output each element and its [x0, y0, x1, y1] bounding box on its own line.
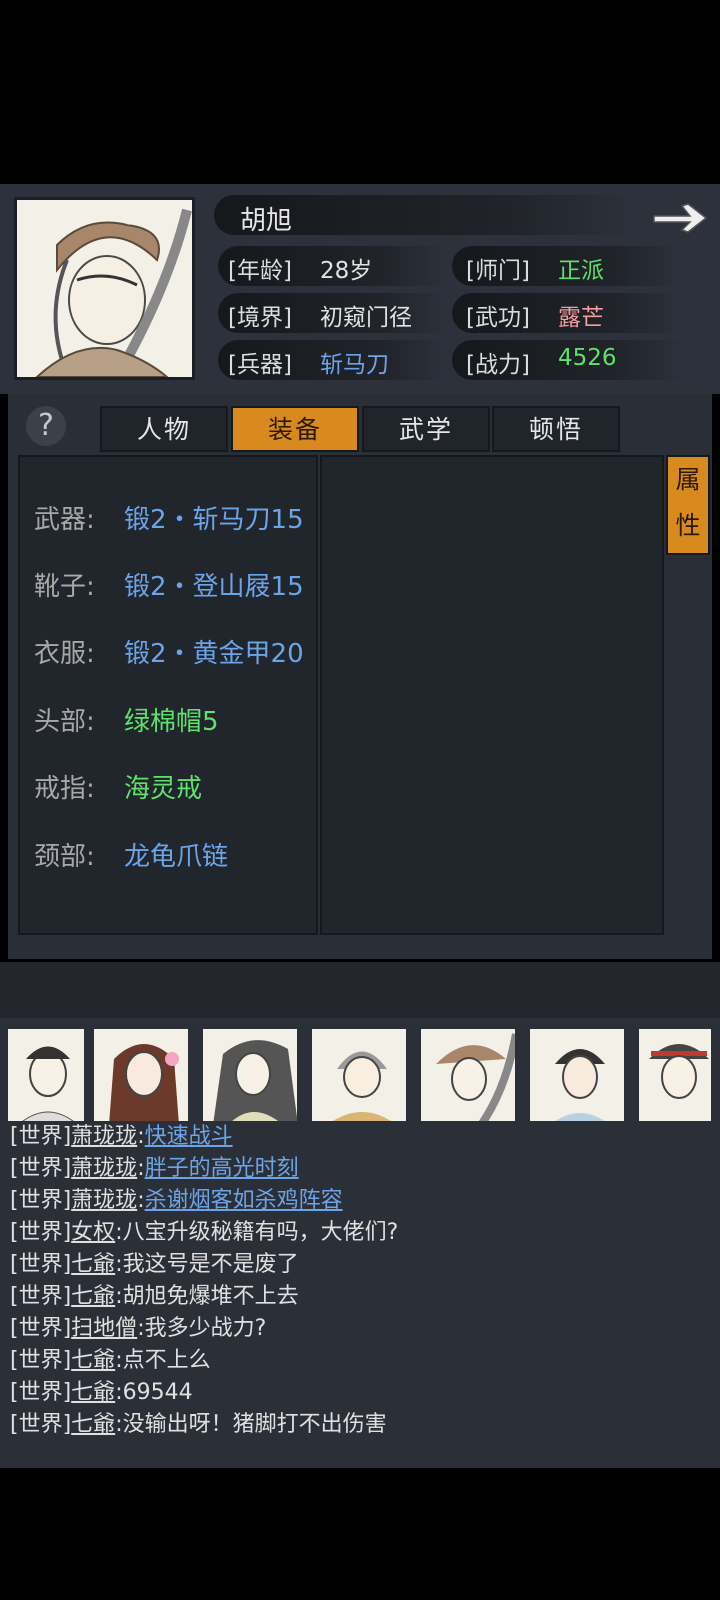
stat-value-power: 4526 — [558, 345, 617, 371]
chat-line: [世界]七爺:胡旭免爆堆不上去 — [10, 1284, 299, 1309]
attributes-button-char1: 属 — [675, 465, 701, 494]
chat-channel: [世界] — [10, 1188, 72, 1213]
tab-enlightenment[interactable]: 顿悟 — [492, 406, 620, 452]
chat-user[interactable]: 七爺 — [71, 1252, 115, 1277]
chat-user[interactable]: 七爺 — [71, 1380, 115, 1405]
slot-item-ring[interactable]: 海灵戒 — [124, 768, 202, 805]
chat-message: 点不上么 — [122, 1348, 211, 1373]
stat-value-sect: 正派 — [558, 258, 604, 284]
chat-link[interactable]: 快速战斗 — [145, 1124, 233, 1149]
chat-line: [世界]萧珑珑:胖子的高光时刻 — [10, 1156, 299, 1181]
stat-label-martial: [武功] — [466, 305, 530, 331]
hero-portrait-icon[interactable] — [14, 197, 195, 380]
slot-label-armor: 衣服: — [34, 639, 95, 669]
chat-channel: [世界] — [10, 1252, 72, 1277]
avatar-2[interactable] — [92, 1027, 190, 1123]
chat-message: 八宝升级秘籍有吗，大佬们? — [122, 1220, 399, 1245]
chat-message: 我这号是不是废了 — [122, 1252, 299, 1277]
avatar-7[interactable] — [637, 1027, 713, 1123]
chat-user[interactable]: 七爺 — [71, 1284, 115, 1309]
chat-channel: [世界] — [10, 1220, 72, 1245]
slot-item-boots[interactable]: 锻2・登山屐15 — [124, 566, 304, 603]
slot-label-neck: 颈部: — [34, 842, 95, 872]
chat-user[interactable]: 萧珑珑 — [71, 1188, 137, 1213]
tab-character[interactable]: 人物 — [100, 406, 228, 452]
help-icon[interactable]: ? — [26, 406, 66, 446]
chat-channel: [世界] — [10, 1156, 72, 1181]
character-name: 胡旭 — [240, 206, 293, 236]
stat-label-weapon: [兵器] — [228, 352, 292, 378]
chat-line: [世界]七爺:我这号是不是废了 — [10, 1252, 299, 1277]
slot-item-neck[interactable]: 龙龟爪链 — [124, 836, 228, 873]
chat-line: [世界]扫地僧:我多少战力? — [10, 1316, 267, 1341]
chat-channel: [世界] — [10, 1412, 72, 1437]
chat-line: [世界]萧珑珑:杀谢烟客如杀鸡阵容 — [10, 1188, 343, 1213]
equipment-detail — [320, 455, 664, 935]
stat-value-martial: 露芒 — [558, 305, 604, 331]
stat-value-realm: 初窥门径 — [320, 305, 412, 331]
chat-user[interactable]: 萧珑珑 — [71, 1124, 137, 1149]
slot-label-ring: 戒指: — [34, 774, 95, 804]
tab-martial-arts[interactable]: 武学 — [362, 406, 490, 452]
chat-line: [世界]七爺:69544 — [10, 1380, 193, 1405]
chat-line: [世界]七爺:点不上么 — [10, 1348, 211, 1373]
tab-equipment[interactable]: 装备 — [231, 406, 359, 452]
chat-line: [世界]萧珑珑:快速战斗 — [10, 1124, 233, 1149]
stat-value-age: 28岁 — [320, 258, 373, 284]
attributes-button[interactable]: 属 性 — [666, 455, 710, 555]
arrow-right-icon[interactable] — [650, 198, 710, 238]
stat-label-power: [战力] — [466, 352, 530, 378]
attributes-button-char2: 性 — [675, 511, 701, 540]
slot-label-boots: 靴子: — [34, 572, 95, 602]
chat-channel: [世界] — [10, 1380, 72, 1405]
stat-label-age: [年龄] — [228, 258, 292, 284]
chat-link[interactable]: 杀谢烟客如杀鸡阵容 — [145, 1188, 343, 1213]
divider-band — [0, 962, 720, 1018]
chat-user[interactable]: 七爺 — [71, 1348, 115, 1373]
chat-line: [世界]女权:八宝升级秘籍有吗，大佬们? — [10, 1220, 399, 1245]
slot-item-weapon[interactable]: 锻2・斩马刀15 — [124, 499, 304, 536]
avatar-4[interactable] — [310, 1027, 408, 1123]
chat-channel: [世界] — [10, 1124, 72, 1149]
chat-message: 胡旭免爆堆不上去 — [122, 1284, 299, 1309]
chat-link[interactable]: 胖子的高光时刻 — [145, 1156, 299, 1181]
slot-item-head[interactable]: 绿棉帽5 — [124, 701, 219, 738]
slot-label-weapon: 武器: — [34, 505, 95, 535]
chat-message: 没输出呀！猪脚打不出伤害 — [122, 1412, 387, 1437]
chat-line: [世界]七爺:没输出呀！猪脚打不出伤害 — [10, 1412, 387, 1437]
slot-label-head: 头部: — [34, 707, 95, 737]
chat-user[interactable]: 女权 — [71, 1220, 115, 1245]
avatar-3[interactable] — [201, 1027, 299, 1123]
avatar-1[interactable] — [6, 1027, 86, 1123]
chat-user[interactable]: 扫地僧 — [71, 1316, 137, 1341]
chat-channel: [世界] — [10, 1316, 72, 1341]
slot-item-armor[interactable]: 锻2・黄金甲20 — [124, 633, 304, 670]
chat-message: 69544 — [122, 1380, 193, 1405]
chat-channel: [世界] — [10, 1284, 72, 1309]
avatar-5[interactable] — [419, 1027, 517, 1123]
stat-label-realm: [境界] — [228, 305, 292, 331]
stat-label-sect: [师门] — [466, 258, 530, 284]
chat-channel: [世界] — [10, 1348, 72, 1373]
chat-user[interactable]: 萧珑珑 — [71, 1156, 137, 1181]
stat-value-weapon: 斩马刀 — [320, 352, 389, 378]
chat-message: 我多少战力? — [144, 1316, 267, 1341]
avatar-6[interactable] — [528, 1027, 626, 1123]
chat-user[interactable]: 七爺 — [71, 1412, 115, 1437]
